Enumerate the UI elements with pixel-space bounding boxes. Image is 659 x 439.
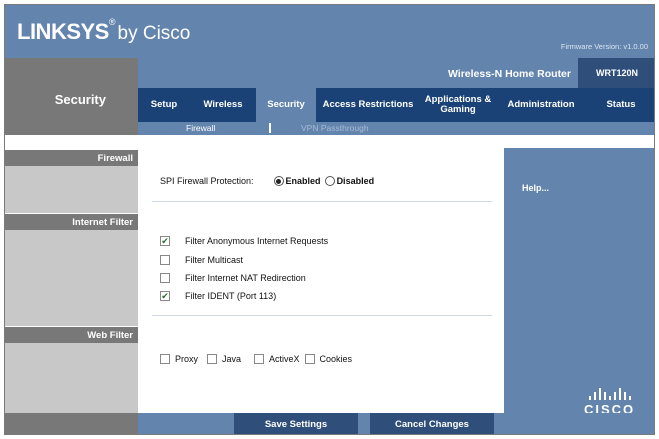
brand-name: LINKSYS — [17, 19, 109, 44]
disabled-radio[interactable] — [324, 176, 335, 186]
filter-label: Filter IDENT (Port 113) — [185, 291, 277, 301]
page-title: Security — [54, 92, 106, 107]
settings-panel: SPI Firewall Protection: Enabled Disable… — [138, 148, 504, 413]
left-section-label: Firewall — [5, 149, 138, 166]
model-number: WRT120N — [578, 58, 654, 88]
cookies-checkbox[interactable] — [304, 354, 315, 364]
filter-label: Filter Multicast — [185, 255, 244, 265]
web-filter-row: Proxy Java ActiveX Cookies — [160, 354, 361, 364]
subtab-vpn-passthrough[interactable]: VPN Passthrough — [301, 122, 369, 135]
left-column: Security Firewall Internet Filter Web Fi… — [5, 58, 138, 434]
tab-applications-gaming[interactable]: Applications & Gaming — [420, 88, 496, 122]
java-label: Java — [222, 354, 242, 364]
web-filter-item: ActiveX — [254, 354, 300, 364]
activex-label: ActiveX — [269, 354, 300, 364]
filter-multicast-checkbox[interactable] — [160, 255, 170, 265]
save-settings-button[interactable]: Save Settings — [234, 413, 358, 434]
filter-row: Filter Multicast — [160, 255, 243, 265]
filter-row: ✔ Filter Anonymous Internet Requests — [160, 236, 328, 246]
filter-row: ✔ Filter IDENT (Port 113) — [160, 291, 276, 301]
enabled-radio-label[interactable]: Enabled — [286, 176, 321, 186]
cancel-changes-button[interactable]: Cancel Changes — [370, 413, 494, 434]
sub-tabs: Firewall VPN Passthrough — [138, 122, 654, 135]
filter-nat-redirection-checkbox[interactable] — [160, 273, 170, 283]
java-checkbox[interactable] — [207, 354, 218, 364]
subtab-separator — [269, 123, 271, 133]
tab-status[interactable]: Status — [586, 88, 654, 122]
firmware-version: Firmware Version: v1.0.00 — [560, 42, 648, 51]
section-divider — [152, 201, 492, 202]
web-filter-item: Proxy — [160, 354, 198, 364]
left-footer — [5, 413, 138, 434]
filter-label: Filter Anonymous Internet Requests — [185, 236, 329, 246]
top-navigation: Wireless-N Home Router WRT120N Setup Wir… — [138, 58, 654, 135]
page-header: LINKSYS®by Cisco Firmware Version: v1.0.… — [5, 5, 654, 58]
spi-firewall-row: SPI Firewall Protection: Enabled Disable… — [160, 176, 378, 186]
cookies-label: Cookies — [319, 354, 353, 364]
left-section-firewall: Firewall — [5, 149, 138, 213]
main-tabs: Setup Wireless Security Access Restricti… — [138, 88, 654, 122]
section-title-block: Security — [5, 58, 138, 135]
web-filter-item: Java — [207, 354, 241, 364]
product-name: Wireless-N Home Router — [447, 68, 571, 80]
brand-suffix: by Cisco — [117, 23, 191, 44]
activex-checkbox[interactable] — [254, 354, 265, 364]
filter-anonymous-checkbox[interactable]: ✔ — [160, 236, 170, 246]
help-panel: Help... CISCO — [504, 148, 654, 417]
tab-wireless[interactable]: Wireless — [190, 88, 256, 122]
tab-setup[interactable]: Setup — [138, 88, 190, 122]
tab-access-restrictions[interactable]: Access Restrictions — [316, 88, 420, 122]
section-divider — [152, 315, 492, 316]
disabled-radio-label[interactable]: Disabled — [337, 176, 375, 186]
footer-bar: Save Settings Cancel Changes — [138, 413, 654, 434]
left-section-web-filter: Web Filter — [5, 326, 138, 413]
enabled-radio[interactable] — [273, 176, 284, 186]
filter-row: Filter Internet NAT Redirection — [160, 273, 306, 283]
proxy-checkbox[interactable] — [160, 354, 170, 364]
proxy-label: Proxy — [175, 354, 199, 364]
registered-mark: ® — [108, 17, 116, 27]
spi-firewall-label: SPI Firewall Protection: — [160, 176, 254, 186]
product-bar: Wireless-N Home Router WRT120N — [138, 58, 654, 88]
content-top-spacer — [138, 135, 654, 148]
filter-ident-checkbox[interactable]: ✔ — [160, 291, 170, 301]
tab-security[interactable]: Security — [256, 88, 316, 122]
router-admin-window: LINKSYS®by Cisco Firmware Version: v1.0.… — [4, 4, 655, 435]
left-section-label: Internet Filter — [5, 213, 138, 230]
web-filter-item: Cookies — [304, 354, 353, 364]
filter-label: Filter Internet NAT Redirection — [185, 273, 306, 283]
help-link[interactable]: Help... — [522, 183, 549, 193]
left-section-internet-filter: Internet Filter — [5, 213, 138, 326]
left-section-label: Web Filter — [5, 326, 138, 343]
linksys-logo: LINKSYS®by Cisco — [17, 17, 191, 45]
cisco-bars-icon — [584, 388, 635, 400]
subtab-firewall[interactable]: Firewall — [186, 122, 215, 135]
tab-administration[interactable]: Administration — [496, 88, 586, 122]
